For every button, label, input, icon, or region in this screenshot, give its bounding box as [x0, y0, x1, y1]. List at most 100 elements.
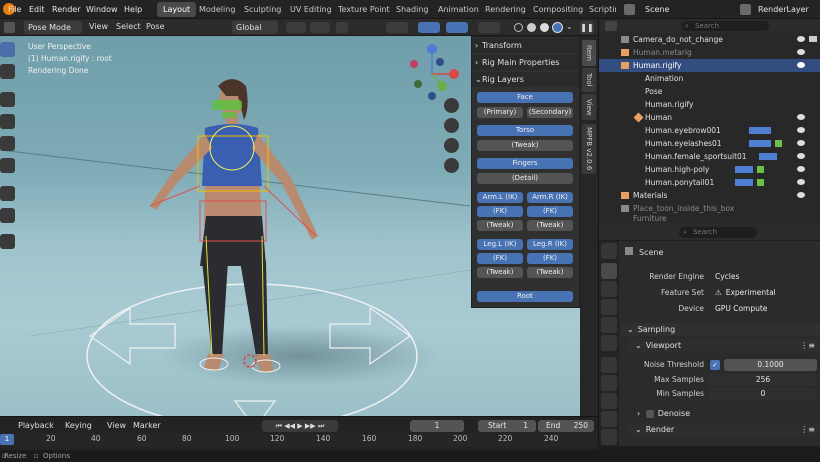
- outliner-row[interactable]: Pose: [599, 85, 820, 98]
- layer-leg-r-fk-button[interactable]: (FK): [527, 253, 573, 264]
- outliner-row[interactable]: Human.high-poly: [599, 163, 820, 176]
- constraint-properties-icon[interactable]: [601, 411, 617, 427]
- render-engine-dropdown[interactable]: Cycles: [709, 271, 817, 283]
- shading-wireframe-icon[interactable]: [514, 23, 523, 32]
- snap-icon[interactable]: [310, 22, 330, 33]
- feature-set-dropdown[interactable]: ⚠ Experimental: [709, 287, 817, 299]
- navigation-gizmo[interactable]: [404, 44, 466, 102]
- shading-solid-icon[interactable]: [527, 23, 536, 32]
- orientation-dropdown[interactable]: Global: [232, 21, 278, 34]
- select-tool-icon[interactable]: [0, 42, 15, 57]
- layer-fingers-detail-button[interactable]: (Detail): [477, 173, 573, 184]
- shading-rendered-icon[interactable]: [552, 22, 563, 33]
- subpanel-viewport[interactable]: ⌄ Viewport ⋮≡: [629, 339, 820, 352]
- jump-start-icon[interactable]: ⏮: [276, 422, 282, 430]
- noise-threshold-checkbox[interactable]: ✓: [710, 360, 720, 370]
- menu-edit[interactable]: Edit: [29, 0, 45, 19]
- visibility-icon[interactable]: [386, 22, 408, 33]
- view-layer-properties-icon[interactable]: [601, 299, 617, 315]
- denoise-checkbox[interactable]: [645, 409, 654, 418]
- mode-dropdown[interactable]: Pose Mode: [24, 21, 82, 34]
- editor-type-icon[interactable]: [4, 22, 15, 33]
- layer-arm-l-ik-button[interactable]: Arm.L (IK): [477, 192, 523, 203]
- data-properties-icon[interactable]: [601, 429, 617, 445]
- outliner-row[interactable]: Human.rigify: [599, 98, 820, 111]
- rotate-tool-icon[interactable]: [0, 114, 15, 129]
- object-properties-icon[interactable]: [601, 357, 617, 373]
- workspace-tab-sculpting[interactable]: Sculpting: [238, 2, 287, 17]
- sidebar-tab-view[interactable]: View: [582, 94, 596, 120]
- outliner-row-active[interactable]: Human.rigify: [599, 59, 820, 72]
- scene-properties-icon[interactable]: [601, 317, 617, 333]
- move-tool-icon[interactable]: [0, 92, 15, 107]
- outliner-row[interactable]: Human.eyelashes01: [599, 137, 820, 150]
- workspace-tab-shading[interactable]: Shading: [390, 2, 435, 17]
- noise-threshold-field[interactable]: 0.1000: [724, 359, 817, 371]
- layer-arm-r-fk-button[interactable]: (FK): [527, 206, 573, 217]
- layer-face-button[interactable]: Face: [477, 92, 573, 103]
- workspace-tab-texture-point[interactable]: Texture Point: [332, 2, 396, 17]
- panel-sampling[interactable]: ⌄ Sampling: [621, 323, 820, 336]
- outliner-search-input[interactable]: ⌕ Search: [681, 21, 769, 31]
- shading-material-icon[interactable]: [540, 23, 549, 32]
- outliner-row[interactable]: Human.metarig: [599, 46, 820, 59]
- eye-icon[interactable]: [797, 153, 805, 159]
- panel-rig-layers[interactable]: ⌄ Rig Layers: [472, 72, 579, 87]
- workspace-tab-rendering[interactable]: Rendering: [479, 2, 532, 17]
- menu-render[interactable]: Render: [52, 0, 80, 19]
- world-properties-icon[interactable]: [601, 335, 617, 351]
- viewport-menu-select[interactable]: Select: [116, 22, 141, 31]
- layer-torso-tweak-button[interactable]: (Tweak): [477, 140, 573, 151]
- measure-tool-icon[interactable]: [0, 208, 15, 223]
- layer-arm-l-tweak-button[interactable]: (Tweak): [477, 220, 523, 231]
- modifier-properties-icon[interactable]: [601, 375, 617, 391]
- outliner-row[interactable]: Place_toon_inside_this_box: [599, 202, 820, 215]
- subpanel-denoise[interactable]: › Denoise: [629, 407, 820, 420]
- scene-selector-icon[interactable]: [624, 4, 635, 15]
- timeline-menu-view[interactable]: View: [107, 421, 126, 430]
- workspace-tab-modeling[interactable]: Modeling: [193, 2, 241, 17]
- subpanel-render[interactable]: ⌄ Render ⋮≡: [629, 423, 820, 436]
- sidebar-tab-tool[interactable]: Tool: [582, 68, 596, 92]
- outliner-row[interactable]: Human.ponytail01: [599, 176, 820, 189]
- layer-leg-l-ik-button[interactable]: Leg.L (IK): [477, 239, 523, 250]
- eye-icon[interactable]: [797, 166, 805, 172]
- eye-icon[interactable]: [797, 140, 805, 146]
- layer-root-button[interactable]: Root: [477, 291, 573, 302]
- perspective-grid-icon[interactable]: [444, 158, 459, 173]
- layer-arm-l-fk-button[interactable]: (FK): [477, 206, 523, 217]
- layer-leg-l-tweak-button[interactable]: (Tweak): [477, 267, 523, 278]
- scale-tool-icon[interactable]: [0, 136, 15, 151]
- sidebar-tab-mpfb[interactable]: MPFB v2.0.6: [582, 124, 596, 174]
- workspace-tab-compositing[interactable]: Compositing: [527, 2, 589, 17]
- eye-icon[interactable]: [797, 192, 805, 198]
- menu-help[interactable]: Help: [124, 0, 142, 19]
- timeline-menu-keying[interactable]: Keying: [65, 421, 92, 430]
- proportional-icon[interactable]: [336, 22, 348, 33]
- device-dropdown[interactable]: GPU Compute: [709, 303, 817, 315]
- outliner-row[interactable]: Human.female_sportsuit01: [599, 150, 820, 163]
- camera-view-icon[interactable]: [444, 138, 459, 153]
- viewport-menu-pose[interactable]: Pose: [146, 22, 165, 31]
- end-frame-field[interactable]: End 250: [538, 420, 594, 432]
- outliner-row[interactable]: Furniture: [599, 215, 820, 223]
- outliner-row[interactable]: Materials: [599, 189, 820, 202]
- view-layer-name[interactable]: RenderLayer: [758, 0, 809, 19]
- timeline-menu-marker[interactable]: Marker: [133, 421, 161, 430]
- playhead[interactable]: 1: [0, 434, 14, 445]
- pivot-icon[interactable]: [286, 22, 306, 33]
- overlays-toggle-icon[interactable]: [446, 22, 468, 33]
- camera-restrict-icon[interactable]: [809, 36, 817, 42]
- jump-end-icon[interactable]: ⏭: [318, 422, 324, 430]
- layer-arm-r-ik-button[interactable]: Arm.R (IK): [527, 192, 573, 203]
- outliner-row[interactable]: Animation: [599, 72, 820, 85]
- layer-face-secondary-button[interactable]: (Secondary): [527, 107, 573, 118]
- layer-leg-r-ik-button[interactable]: Leg.R (IK): [527, 239, 573, 250]
- step-back-icon[interactable]: ◀◀: [284, 422, 295, 430]
- outliner-row[interactable]: Camera_do_not_change: [599, 33, 820, 46]
- menu-window[interactable]: Window: [86, 0, 118, 19]
- eye-icon[interactable]: [797, 36, 805, 42]
- layer-leg-r-tweak-button[interactable]: (Tweak): [527, 267, 573, 278]
- cursor-tool-icon[interactable]: [0, 64, 15, 79]
- eye-icon[interactable]: [797, 49, 805, 55]
